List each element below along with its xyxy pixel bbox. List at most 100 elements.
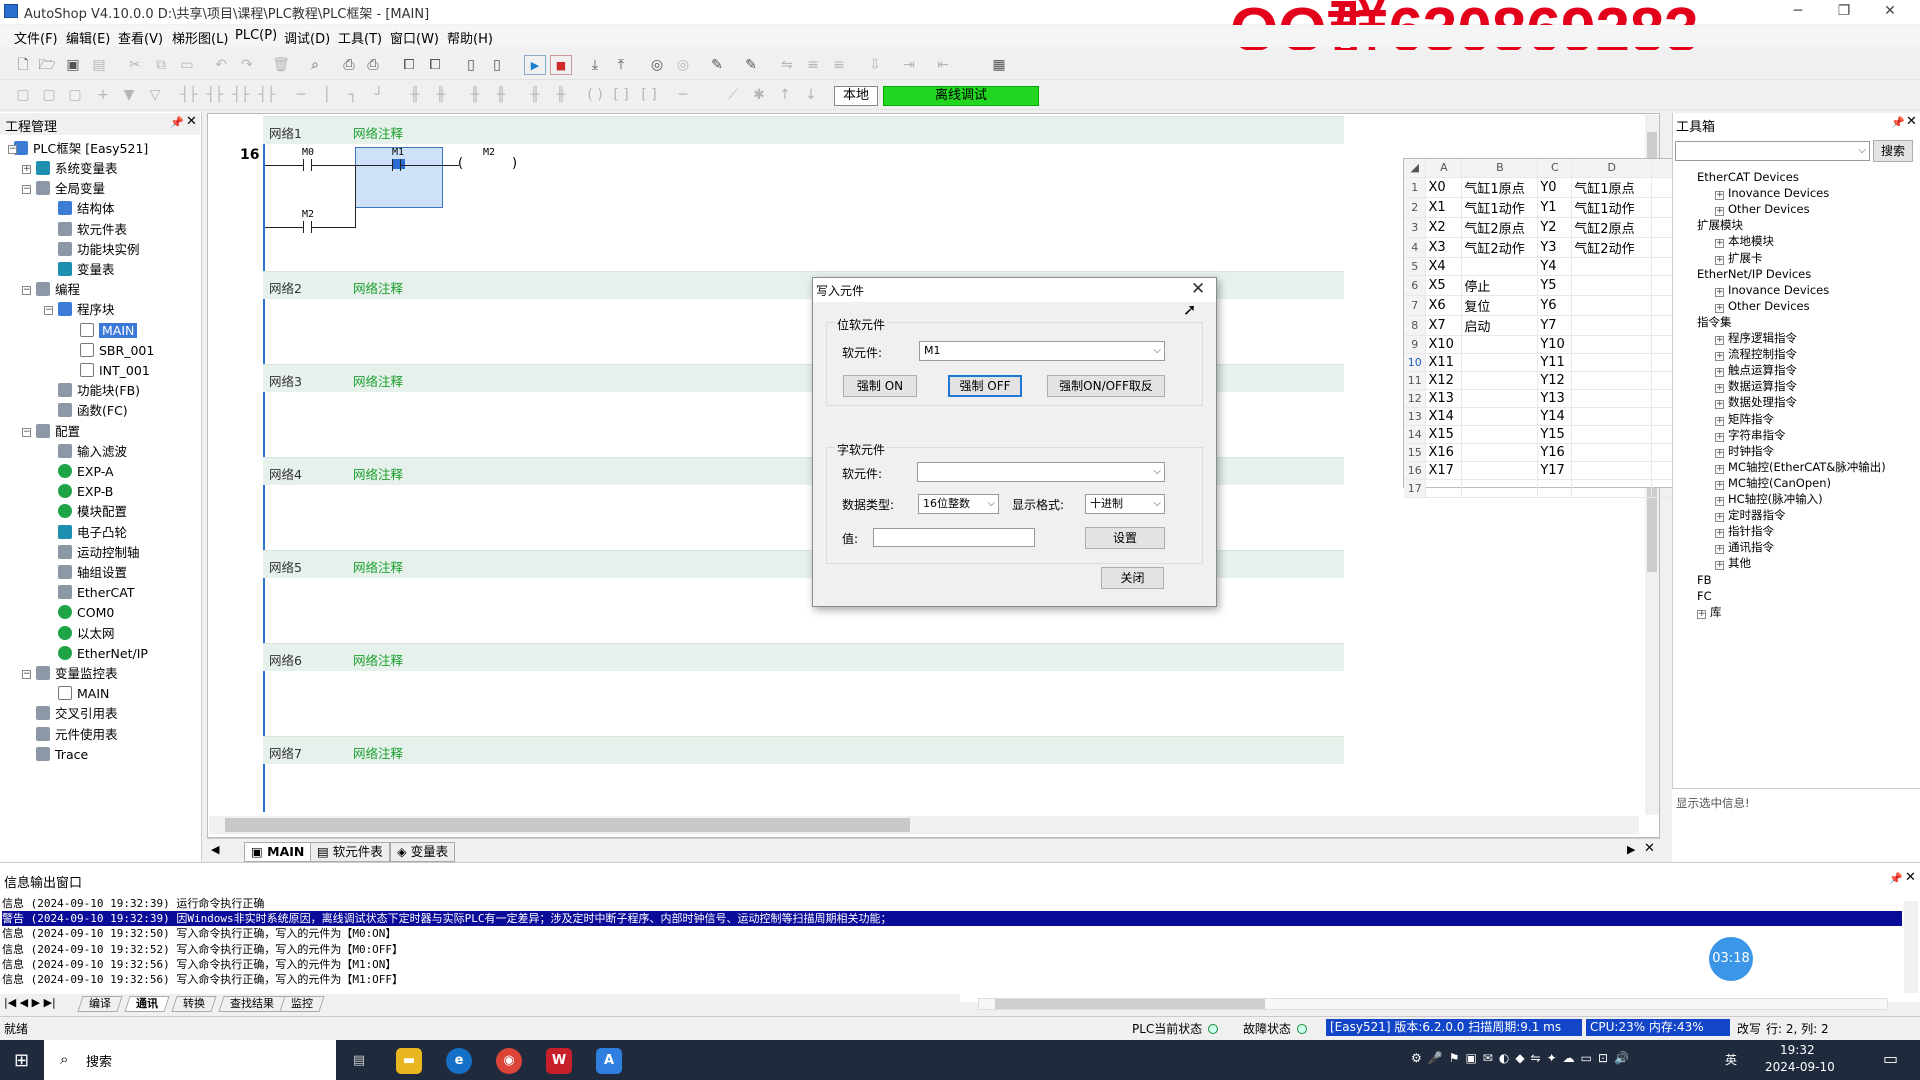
ladder-s2-icon[interactable]: ▢: [64, 85, 86, 105]
network-comment[interactable]: 网络注释: [353, 650, 403, 669]
toolbox-item[interactable]: FB: [1697, 572, 1712, 588]
tree-expander-icon[interactable]: −: [44, 306, 53, 316]
sheet-cell[interactable]: X1: [1425, 197, 1463, 218]
crosshair-icon[interactable]: +: [92, 85, 114, 105]
project-tree-item[interactable]: 变量表: [58, 261, 115, 279]
sheet-cell[interactable]: [1461, 407, 1539, 426]
sheet-cell[interactable]: Y15: [1537, 425, 1573, 444]
parallel2-icon[interactable]: ╫: [430, 85, 452, 105]
find-icon[interactable]: ⌕: [304, 55, 326, 75]
page-icon[interactable]: ▯: [460, 55, 482, 75]
output-tab-communication[interactable]: 通讯: [124, 996, 170, 1012]
menu-help[interactable]: 帮助(H): [447, 28, 493, 47]
tree-expander-icon[interactable]: +: [1715, 464, 1724, 474]
row-header[interactable]: 4: [1404, 237, 1427, 258]
panel-close-icon[interactable]: ✕: [1905, 870, 1916, 885]
download-icon[interactable]: ⤓: [584, 55, 606, 75]
menu-ladder[interactable]: 梯形图(L): [172, 28, 228, 47]
upload-icon[interactable]: ⤒: [610, 55, 632, 75]
row-header[interactable]: 11: [1404, 371, 1427, 390]
toolbox-item[interactable]: EtherCAT Devices: [1697, 169, 1799, 185]
sheet-cell[interactable]: [1571, 461, 1653, 480]
chrome-browser-icon[interactable]: ◉: [496, 1048, 522, 1074]
toolbox-item[interactable]: + HC轴控(脉冲输入): [1715, 491, 1823, 507]
dialog-close-button[interactable]: 关闭: [1101, 567, 1164, 589]
tree-expander-icon[interactable]: +: [1715, 513, 1724, 523]
sheet-cell[interactable]: X0: [1425, 177, 1463, 198]
project-tree-item[interactable]: 电子凸轮: [58, 524, 127, 542]
row-header[interactable]: 15: [1404, 443, 1427, 462]
tree-expander-icon[interactable]: +: [1715, 303, 1724, 313]
toolbox-item[interactable]: 指令集: [1697, 314, 1732, 330]
ladder-s-icon[interactable]: ▢: [38, 85, 60, 105]
toolbox-search-button[interactable]: 搜索: [1873, 140, 1913, 162]
tree-expander-icon[interactable]: +: [1715, 561, 1724, 571]
func2-icon[interactable]: ╫: [550, 85, 572, 105]
toolbox-item[interactable]: + 指针指令: [1715, 523, 1774, 539]
sheet-cell[interactable]: Y12: [1537, 371, 1573, 390]
sheet-cell[interactable]: Y11: [1537, 353, 1573, 372]
project-tree-item[interactable]: 元件使用表: [36, 726, 118, 744]
window-icon[interactable]: ⧠: [398, 55, 420, 75]
language-indicator[interactable]: 英: [1725, 1051, 1737, 1068]
sheet-cell[interactable]: X12: [1425, 371, 1463, 390]
align-icon[interactable]: ≡: [802, 55, 824, 75]
force-on-button[interactable]: 强制 ON: [843, 375, 917, 397]
edge-browser-icon[interactable]: e: [446, 1048, 472, 1074]
sheet-cell[interactable]: [1461, 353, 1539, 372]
data-type-select[interactable]: 16位整数 ⌵: [918, 494, 999, 514]
toolbox-item[interactable]: + 本地模块: [1715, 233, 1774, 249]
tree-expander-icon[interactable]: +: [1715, 480, 1724, 490]
tree-expander-icon[interactable]: +: [1715, 416, 1724, 426]
sheet-cell[interactable]: X3: [1425, 237, 1463, 258]
set-button[interactable]: 设置: [1085, 527, 1165, 549]
toolbox-item[interactable]: + 通讯指令: [1715, 539, 1774, 555]
tree-expander-icon[interactable]: +: [1715, 529, 1724, 539]
series-icon[interactable]: ╫: [464, 85, 486, 105]
project-tree-item[interactable]: 轴组设置: [58, 564, 127, 582]
sheet-cell[interactable]: 气缸2动作: [1461, 237, 1539, 258]
arrow-down-icon[interactable]: ▼: [118, 85, 140, 105]
paste-icon[interactable]: ▭: [176, 55, 198, 75]
output-scrollbar[interactable]: [1904, 901, 1918, 993]
sheet-cell[interactable]: Y4: [1537, 257, 1573, 276]
project-tree-item[interactable]: 输入滤波: [58, 443, 127, 461]
coil-icon[interactable]: ( ): [584, 85, 606, 105]
bit-device-select[interactable]: M1 ⌵: [919, 341, 1165, 361]
sheet-cell[interactable]: X4: [1425, 257, 1463, 276]
tab-device-table[interactable]: ▤ 软元件表: [310, 842, 390, 862]
toolbox-item[interactable]: + 扩展卡: [1715, 250, 1763, 266]
menu-view[interactable]: 查看(V): [118, 28, 163, 47]
row-header[interactable]: 17: [1404, 479, 1427, 498]
project-tree-item[interactable]: MAIN: [80, 322, 138, 340]
dialog-close-icon[interactable]: ✕: [1191, 279, 1205, 299]
output-tab-compile[interactable]: 编译: [77, 996, 123, 1012]
func-icon[interactable]: ╫: [524, 85, 546, 105]
row-header[interactable]: 8: [1404, 315, 1427, 336]
sheet-cell[interactable]: Y10: [1537, 335, 1573, 354]
menu-edit[interactable]: 编辑(E): [66, 28, 110, 47]
local-mode-button[interactable]: 本地: [834, 86, 878, 106]
project-tree-item[interactable]: 交叉引用表: [36, 705, 118, 723]
panel-close-icon[interactable]: ✕: [186, 114, 197, 129]
file-explorer-icon[interactable]: ▬: [396, 1048, 422, 1074]
tab-variable-table[interactable]: ◈ 变量表: [390, 842, 456, 862]
project-tree-item[interactable]: 程序块: [58, 301, 115, 319]
tree-expander-icon[interactable]: −: [22, 427, 31, 437]
network-row[interactable]: 网络6 网络注释: [263, 643, 1344, 671]
project-tree-item[interactable]: 函数(FC): [58, 402, 128, 420]
display-format-select[interactable]: 十进制 ⌵: [1085, 494, 1165, 514]
tree-expander-icon[interactable]: +: [22, 165, 31, 174]
save-icon[interactable]: ▣: [62, 55, 84, 75]
undo-icon[interactable]: ↶: [210, 55, 232, 75]
sheet-cell[interactable]: [1461, 389, 1539, 408]
row-header[interactable]: 6: [1404, 275, 1427, 296]
row-header[interactable]: 5: [1404, 257, 1427, 276]
tree-expander-icon[interactable]: +: [1715, 384, 1724, 394]
sheet-cell[interactable]: 气缸1动作: [1571, 197, 1653, 218]
project-tree-item[interactable]: 变量监控表: [36, 665, 118, 683]
sheet-cell[interactable]: X6: [1425, 295, 1463, 316]
project-tree-item[interactable]: 系统变量表: [36, 160, 118, 178]
io-spreadsheet[interactable]: ◢ A B C D 1 X0 气缸1原点 Y0 气缸1原点 2 X1 气缸1动作 Y1 气缸1动作…: [1403, 158, 1691, 498]
sheet-cell[interactable]: [1571, 443, 1653, 462]
